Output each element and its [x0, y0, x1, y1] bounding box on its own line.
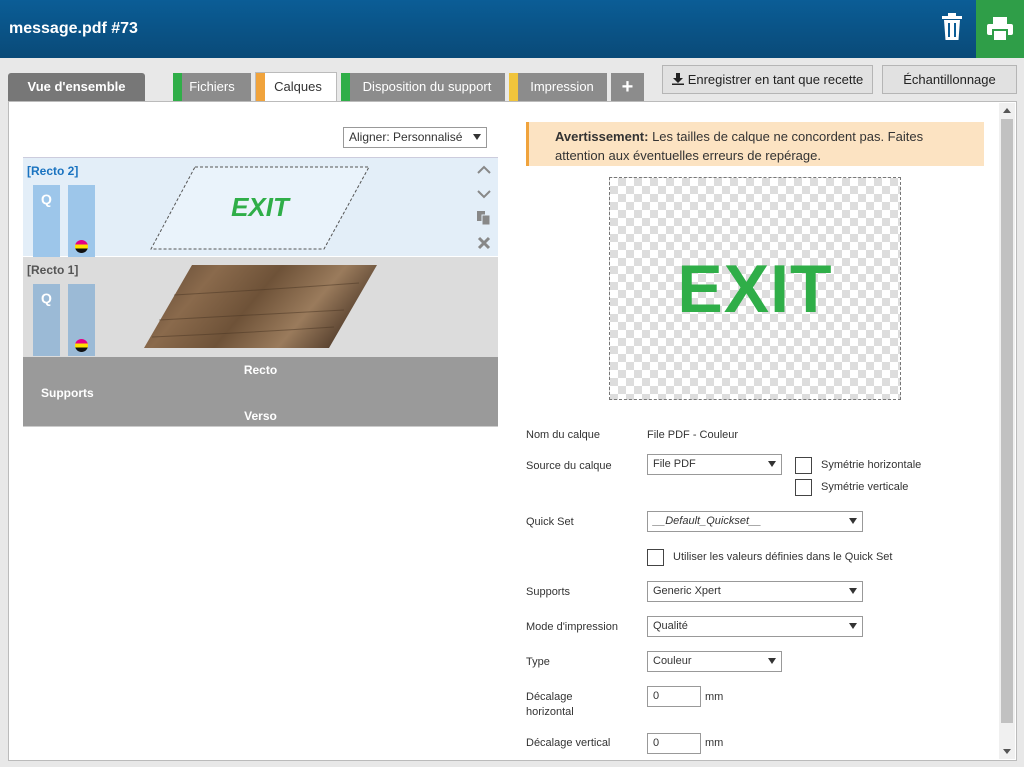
- move-up-icon[interactable]: [476, 162, 492, 178]
- delete-icon[interactable]: [476, 235, 492, 251]
- tab-layers-label: Calques: [274, 79, 322, 94]
- v-offset-input[interactable]: 0: [647, 733, 701, 754]
- supports-field-label: Supports: [526, 586, 571, 598]
- mirror-vertical-label: Symétrie verticale: [821, 481, 909, 493]
- app-header: message.pdf #73: [0, 0, 1024, 58]
- tab-files[interactable]: Fichiers: [173, 73, 251, 101]
- align-select[interactable]: Aligner: Personnalisé: [343, 127, 487, 148]
- h-offset-input[interactable]: 0: [647, 686, 701, 707]
- quickset-value: __Default_Quickset__: [653, 515, 762, 527]
- layer-name-label: Nom du calque: [526, 429, 600, 441]
- align-select-value: Aligner: Personnalisé: [349, 130, 463, 144]
- h-offset-label: Décalage: [526, 691, 573, 703]
- color-indicator[interactable]: [68, 185, 95, 257]
- preview-image-text: EXIT: [677, 250, 833, 327]
- chevron-down-icon: [849, 623, 857, 629]
- verso-label: Verso: [244, 409, 277, 423]
- layer-name-value: File PDF - Couleur: [647, 429, 739, 441]
- scroll-down-icon[interactable]: [1003, 749, 1011, 754]
- scrollbar-thumb[interactable]: [1001, 119, 1013, 723]
- status-strip: [509, 73, 518, 101]
- cmyk-icon: [75, 240, 88, 253]
- h-offset-label-2: horizontal: [526, 706, 574, 718]
- quickset-indicator[interactable]: Q: [33, 185, 60, 257]
- layer-name: [Recto 2]: [27, 164, 79, 178]
- quickset-select[interactable]: __Default_Quickset__: [647, 511, 863, 532]
- h-offset-unit: mm: [705, 691, 724, 703]
- job-title: message.pdf #73: [9, 20, 138, 37]
- type-label: Type: [526, 656, 550, 668]
- print-mode-select[interactable]: Qualité: [647, 616, 863, 637]
- tab-files-label: Fichiers: [189, 79, 235, 94]
- recto-label: Recto: [243, 363, 278, 377]
- mirror-vertical-checkbox[interactable]: [795, 479, 812, 496]
- add-tab-button[interactable]: +: [611, 73, 644, 101]
- print-mode-label: Mode d'impression: [526, 621, 618, 633]
- supports-select[interactable]: Generic Xpert: [647, 581, 863, 602]
- status-strip: [256, 73, 265, 103]
- type-value: Couleur: [653, 655, 692, 667]
- chevron-down-icon: [849, 518, 857, 524]
- layer-source-value: File PDF: [653, 458, 696, 470]
- layer-name: [Recto 1]: [27, 263, 79, 277]
- mirror-horizontal-checkbox[interactable]: [795, 457, 812, 474]
- print-button[interactable]: [976, 0, 1024, 58]
- chevron-down-icon: [768, 461, 776, 467]
- layer-thumbnail-exit: EXIT: [150, 166, 370, 250]
- layer-preview: EXIT: [609, 177, 901, 400]
- use-quickset-label: Utiliser les valeurs définies dans le Qu…: [673, 551, 893, 563]
- layer-row-recto-2[interactable]: [Recto 2] Q EXIT: [23, 157, 498, 257]
- tab-print[interactable]: Impression: [509, 73, 607, 101]
- save-recipe-button[interactable]: Enregistrer en tant que recette: [662, 65, 873, 94]
- warning-title: Avertissement:: [555, 129, 649, 144]
- trash-icon[interactable]: [940, 13, 964, 41]
- vertical-scrollbar[interactable]: [999, 103, 1015, 759]
- media-block: Recto Supports Verso: [23, 357, 498, 427]
- status-strip: [173, 73, 182, 101]
- tab-layers[interactable]: Calques: [255, 72, 337, 103]
- use-quickset-checkbox[interactable]: [647, 549, 664, 566]
- printer-icon: [987, 17, 1013, 41]
- chevron-down-icon: [473, 134, 481, 140]
- scroll-up-icon[interactable]: [1003, 108, 1011, 113]
- tab-media-layout-label: Disposition du support: [362, 79, 492, 94]
- tab-media-layout[interactable]: Disposition du support: [341, 73, 505, 101]
- cmyk-icon: [75, 339, 88, 352]
- save-recipe-label: Enregistrer en tant que recette: [687, 72, 864, 87]
- color-indicator[interactable]: [68, 284, 95, 356]
- chevron-down-icon: [768, 658, 776, 664]
- move-down-icon[interactable]: [476, 186, 492, 202]
- mirror-horizontal-label: Symétrie horizontale: [821, 459, 922, 471]
- tab-print-label: Impression: [530, 79, 594, 94]
- v-offset-label: Décalage vertical: [526, 737, 611, 749]
- quickset-indicator[interactable]: Q: [33, 284, 60, 356]
- download-icon: [671, 73, 684, 85]
- print-mode-value: Qualité: [653, 620, 688, 632]
- layer-row-recto-1[interactable]: [Recto 1] Q: [23, 257, 498, 357]
- layer-thumbnail-wood: [144, 265, 377, 348]
- svg-text:EXIT: EXIT: [231, 192, 291, 222]
- layer-source-select[interactable]: File PDF: [647, 454, 782, 475]
- quickset-letter: Q: [41, 290, 52, 306]
- duplicate-icon[interactable]: [476, 210, 492, 226]
- tab-overview[interactable]: Vue d'ensemble: [8, 73, 145, 101]
- v-offset-unit: mm: [705, 737, 724, 749]
- warning-banner: Avertissement: Les tailles de calque ne …: [526, 122, 984, 166]
- layer-source-label: Source du calque: [526, 460, 612, 472]
- sampling-button[interactable]: Échantillonnage: [882, 65, 1017, 94]
- supports-value: Generic Xpert: [653, 585, 721, 597]
- quickset-letter: Q: [41, 191, 52, 207]
- chevron-down-icon: [849, 588, 857, 594]
- status-strip: [341, 73, 350, 101]
- type-select[interactable]: Couleur: [647, 651, 782, 672]
- quickset-label: Quick Set: [526, 516, 574, 528]
- supports-label: Supports: [41, 386, 94, 400]
- plus-icon: +: [621, 76, 634, 98]
